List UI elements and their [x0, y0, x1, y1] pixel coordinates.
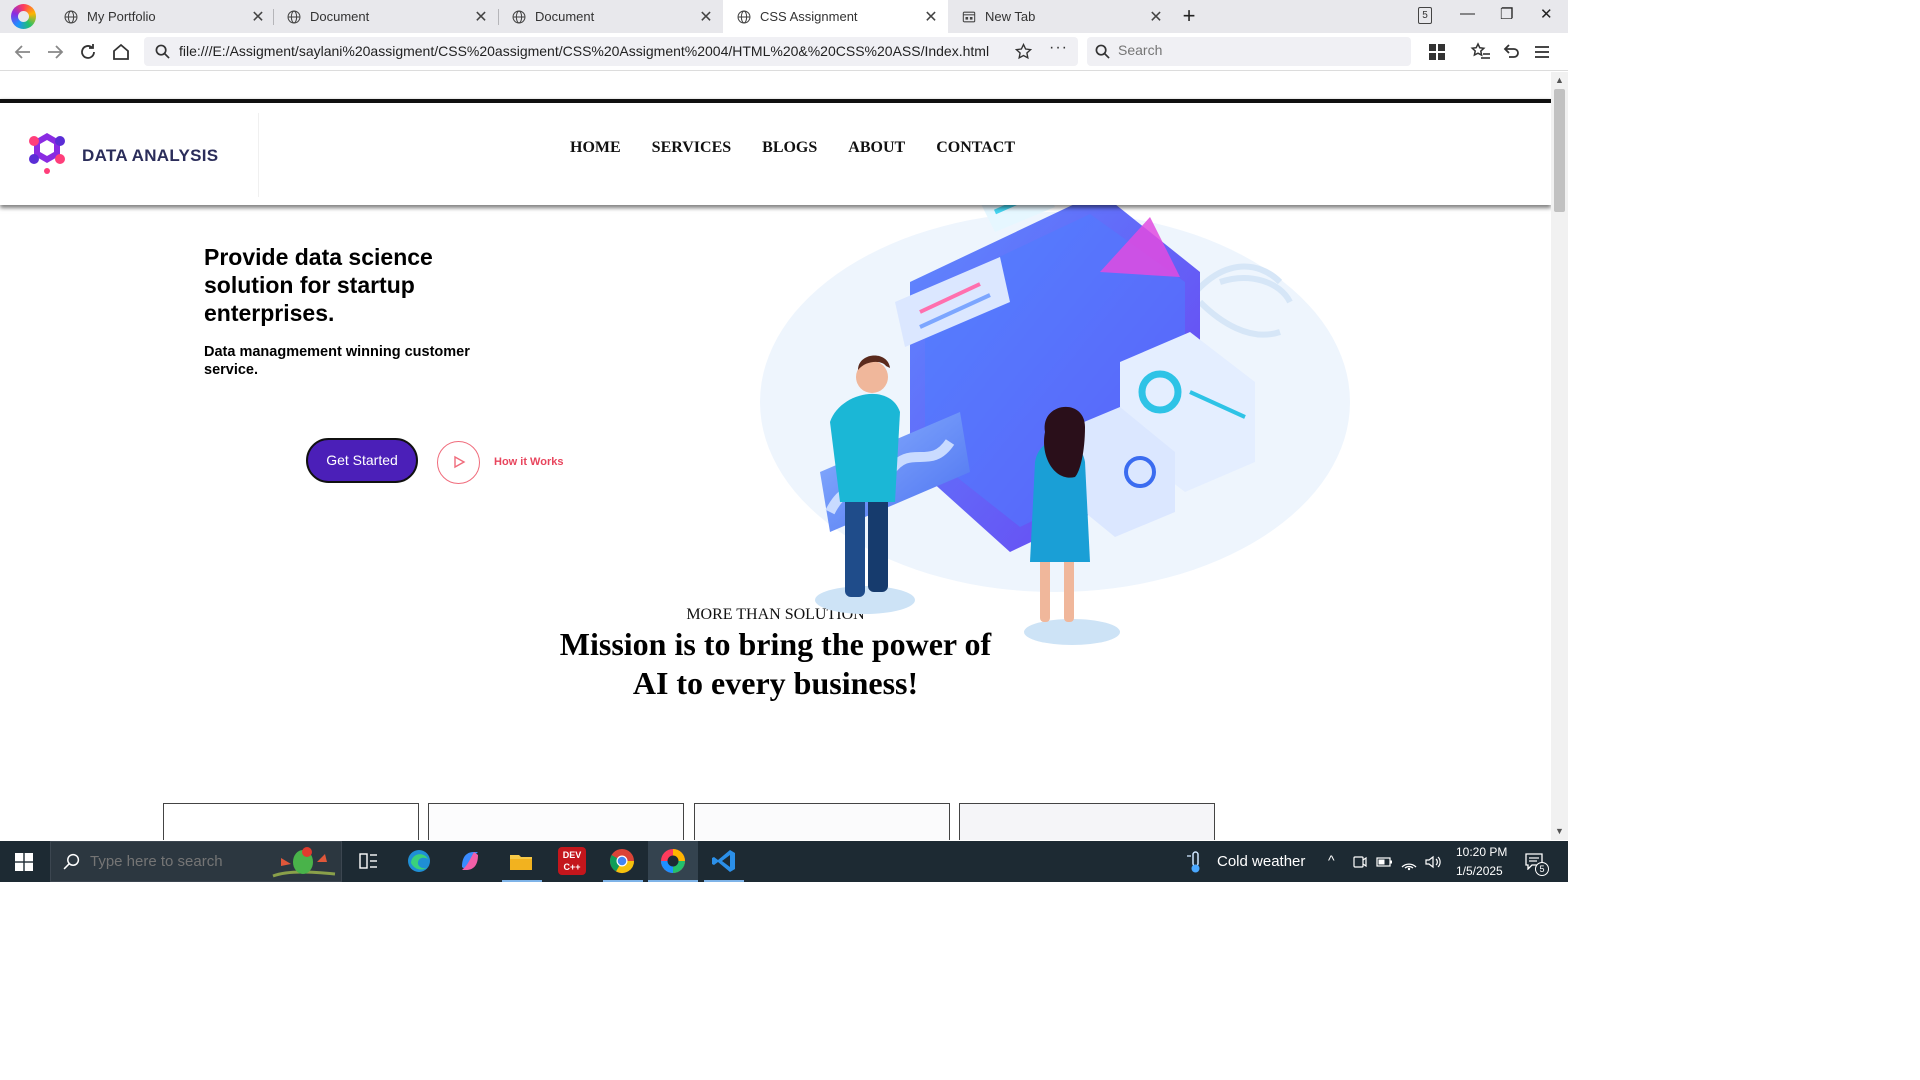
browser-app-icon[interactable]: [659, 847, 687, 875]
close-tab-icon[interactable]: ✕: [251, 7, 265, 27]
home-icon[interactable]: [110, 41, 132, 63]
tab-css-assignment[interactable]: CSS Assignment ✕: [723, 0, 948, 33]
feature-card[interactable]: [163, 803, 419, 840]
running-indicator: [704, 880, 744, 882]
nav-blogs[interactable]: BLOGS: [762, 139, 817, 157]
close-tab-icon[interactable]: ✕: [699, 7, 713, 27]
back-arrow-icon[interactable]: [12, 41, 34, 63]
minimize-icon[interactable]: —: [1460, 5, 1475, 22]
running-indicator: [603, 880, 643, 882]
clock-date[interactable]: 1/5/2025: [1456, 864, 1503, 878]
get-started-button[interactable]: Get Started: [306, 438, 418, 483]
tab-document-1[interactable]: Document ✕: [273, 0, 498, 33]
feature-card[interactable]: [694, 803, 950, 840]
apps-grid-icon[interactable]: [1426, 41, 1448, 63]
tray-chevron-icon[interactable]: ^: [1328, 852, 1335, 868]
scroll-up-icon[interactable]: ▲: [1555, 75, 1564, 85]
tab-label: Document: [310, 9, 370, 24]
running-indicator: [502, 880, 542, 882]
hero-subtitle: Data managmement winning customer servic…: [204, 344, 470, 378]
taskbar: DEVC++ Cold weather ^ 10:20 PM 1/5/2025 …: [0, 841, 1568, 882]
feature-card[interactable]: [428, 803, 684, 840]
tab-count-badge[interactable]: 5: [1418, 7, 1432, 24]
tab-document-2[interactable]: Document ✕: [498, 0, 723, 33]
nav-about[interactable]: ABOUT: [848, 139, 905, 157]
feature-card[interactable]: [959, 803, 1215, 840]
nav-home[interactable]: HOME: [570, 139, 621, 157]
thermometer-icon[interactable]: [1185, 850, 1205, 874]
more-options-icon[interactable]: ···: [1049, 39, 1068, 57]
play-button[interactable]: [437, 441, 480, 484]
favorites-list-icon[interactable]: [1470, 41, 1492, 63]
clock-time[interactable]: 10:20 PM: [1456, 845, 1507, 859]
how-it-works-link[interactable]: How it Works: [494, 456, 563, 468]
bookmark-star-icon[interactable]: [1015, 43, 1032, 60]
tab-label: My Portfolio: [87, 9, 156, 24]
search-icon: [1095, 44, 1110, 59]
forward-arrow-icon[interactable]: [44, 41, 66, 63]
tab-my-portfolio[interactable]: My Portfolio ✕: [50, 0, 275, 33]
url-text[interactable]: file:///E:/Assigment/saylani%20assigment…: [179, 43, 989, 59]
search-highlight-bird-icon: [272, 847, 336, 878]
hero-illustration: [760, 177, 1350, 645]
tab-label: New Tab: [985, 9, 1036, 24]
weather-label[interactable]: Cold weather: [1217, 853, 1305, 870]
battery-icon[interactable]: [1375, 854, 1393, 870]
taskbar-search[interactable]: [50, 841, 342, 882]
tab-new-tab[interactable]: New Tab ✕: [948, 0, 1173, 33]
brand-logo-icon[interactable]: [26, 131, 68, 175]
reload-icon[interactable]: [77, 41, 99, 63]
close-tab-icon[interactable]: ✕: [924, 7, 938, 27]
tab-label: CSS Assignment: [760, 9, 858, 24]
play-icon: [454, 455, 466, 469]
running-indicator: [648, 880, 698, 882]
meet-icon[interactable]: [1352, 854, 1368, 870]
search-bar[interactable]: [1087, 37, 1411, 66]
globe-icon: [64, 10, 78, 23]
chrome-icon[interactable]: [608, 847, 636, 875]
taskbar-search-input[interactable]: [90, 853, 250, 870]
main-nav: HOME SERVICES BLOGS ABOUT CONTACT: [570, 139, 1046, 157]
task-view-icon[interactable]: [354, 847, 382, 875]
window-close-icon[interactable]: ✕: [1540, 5, 1553, 23]
hero-title: Provide data science solution for startu…: [204, 244, 433, 326]
site-header: DATA ANALYSIS HOME SERVICES BLOGS ABOUT …: [0, 103, 1551, 205]
address-bar[interactable]: file:///E:/Assigment/saylani%20assigment…: [144, 37, 1078, 66]
menu-icon[interactable]: [1531, 41, 1553, 63]
tab-label: Document: [535, 9, 595, 24]
search-icon: [155, 44, 170, 59]
new-tab-button[interactable]: +: [1178, 3, 1200, 29]
globe-icon: [512, 10, 526, 23]
scroll-thumb[interactable]: [1554, 89, 1565, 212]
browser-logo-icon[interactable]: [11, 4, 36, 29]
notification-count-badge: 5: [1535, 862, 1549, 876]
restore-icon[interactable]: ❐: [1500, 5, 1513, 23]
undo-icon[interactable]: [1500, 41, 1522, 63]
edge-browser-icon[interactable]: [405, 847, 433, 875]
volume-icon[interactable]: [1424, 853, 1442, 871]
wifi-icon[interactable]: [1400, 853, 1418, 871]
search-icon: [63, 853, 80, 870]
globe-icon: [287, 10, 301, 23]
nav-contact[interactable]: CONTACT: [936, 139, 1015, 157]
new-tab-page-icon: [962, 11, 976, 22]
close-tab-icon[interactable]: ✕: [474, 7, 488, 27]
file-explorer-icon[interactable]: [507, 847, 535, 875]
dev-cpp-icon[interactable]: DEV C++: [558, 847, 586, 875]
scroll-down-icon[interactable]: ▼: [1555, 826, 1564, 836]
close-tab-icon[interactable]: ✕: [1149, 7, 1163, 27]
tab-bar: My Portfolio ✕ Document ✕ Document ✕ CSS…: [0, 0, 1568, 33]
windows-start-icon[interactable]: [15, 853, 33, 871]
header-divider: [258, 113, 259, 197]
search-input[interactable]: [1118, 42, 1398, 58]
copilot-icon[interactable]: [456, 847, 484, 875]
browser-toolbar: file:///E:/Assigment/saylani%20assigment…: [0, 33, 1568, 71]
page-scrollbar[interactable]: ▲ ▼: [1551, 72, 1568, 840]
vscode-icon[interactable]: [710, 847, 738, 875]
brand-name[interactable]: DATA ANALYSIS: [82, 146, 218, 166]
globe-icon: [737, 10, 751, 23]
page-viewport: DATA ANALYSIS HOME SERVICES BLOGS ABOUT …: [0, 72, 1551, 840]
nav-services[interactable]: SERVICES: [652, 139, 731, 157]
